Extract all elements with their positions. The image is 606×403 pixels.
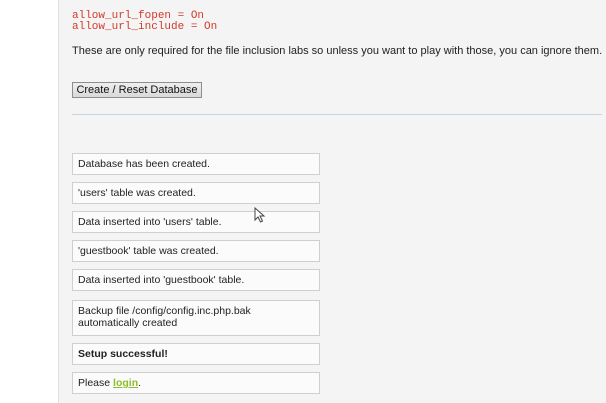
login-link[interactable]: login [113, 377, 138, 389]
login-suffix: . [138, 377, 142, 389]
message-database-created: Database has been created. [72, 153, 320, 175]
config-line-include: allow_url_include = On [72, 21, 218, 33]
message-setup-successful: Setup successful! [72, 343, 320, 365]
message-users-data-inserted: Data inserted into 'users' table. [72, 211, 320, 233]
message-guestbook-table-created: 'guestbook' table was created. [72, 240, 320, 262]
message-users-table-created: 'users' table was created. [72, 182, 320, 204]
create-reset-database-button[interactable]: Create / Reset Database [72, 82, 202, 98]
message-backup-created: Backup file /config/config.inc.php.bak a… [72, 300, 320, 336]
divider [72, 114, 602, 115]
mouse-pointer-icon [254, 207, 266, 223]
setup-successful-text: Setup successful! [78, 348, 168, 360]
php-config-block: allow_url_fopen = On allow_url_include = … [72, 11, 217, 33]
message-please-login: Please login. [72, 372, 320, 394]
message-guestbook-data-inserted: Data inserted into 'guestbook' table. [72, 269, 320, 291]
file-inclusion-note: These are only required for the file inc… [72, 45, 603, 57]
login-prefix: Please [78, 377, 114, 389]
